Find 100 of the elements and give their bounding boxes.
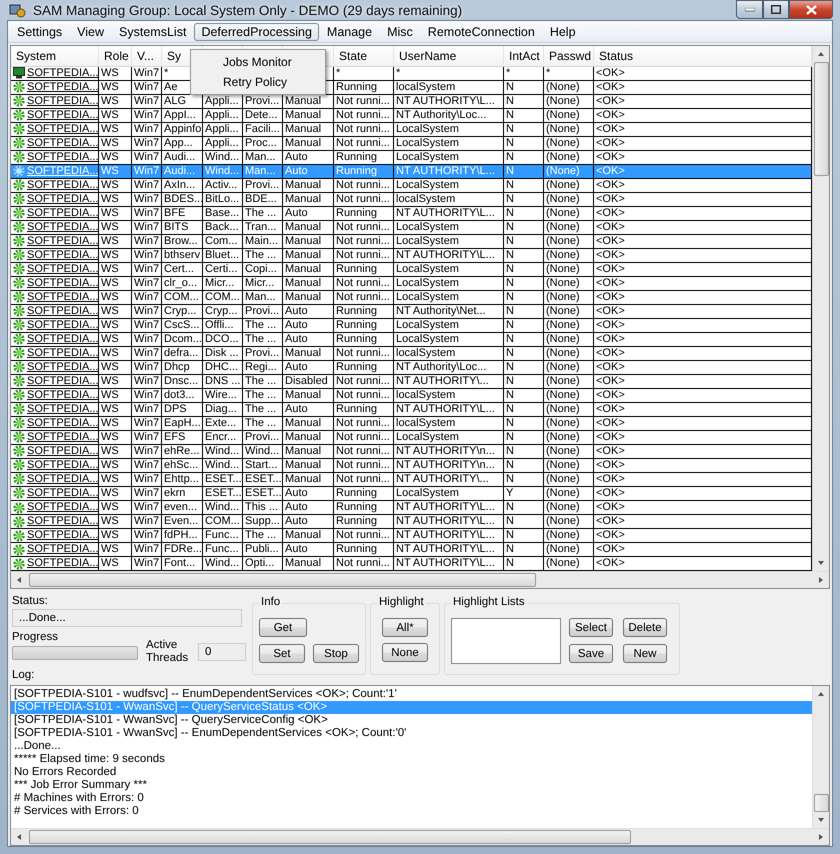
table-row[interactable]: SOFTPEDIA... WS Win7 COM... COM... Man... Manual Not runni... LocalSystem N (None) <OK> xyxy=(11,290,812,305)
table-cell: NT Authority\Net... xyxy=(396,304,486,318)
table-row[interactable]: SOFTPEDIA... WS Win7 BITS Back... Tran... Manual Not runni... LocalSystem N (None) <OK> xyxy=(11,220,812,235)
table-cell: Not runni... xyxy=(336,472,390,486)
list-button[interactable]: Select xyxy=(569,618,613,637)
column-header[interactable]: IntAct xyxy=(504,46,544,66)
list-button[interactable]: Save xyxy=(569,644,613,663)
log-line[interactable]: [SOFTPEDIA-S101 - wudfsvc] -- EnumDependentServices <OK>; Count:'1' xyxy=(11,688,812,701)
horizontal-scrollbar[interactable] xyxy=(11,828,829,845)
table-cell: Publi... xyxy=(245,543,279,556)
stop-button[interactable]: Stop xyxy=(313,644,359,663)
table-cell: N xyxy=(506,220,514,234)
table-cell: SOFTPEDIA... xyxy=(27,458,98,472)
column-header[interactable]: UserName xyxy=(394,46,504,66)
list-button[interactable]: Delete xyxy=(623,618,667,637)
table-row[interactable]: SOFTPEDIA... WS Win7 DPS Diag... The ... Auto Running NT AUTHORITY\L... N (None) <OK> xyxy=(11,402,812,417)
table-row[interactable]: SOFTPEDIA... WS Win7 clr_o... Micr... Micr... Manual Not runni... LocalSystem N (None) <OK> xyxy=(11,276,812,291)
table-row[interactable]: SOFTPEDIA... WS Win7 BDES... BitLo... BDE... Manual Not runni... localSystem N (None) <OK> xyxy=(11,192,812,207)
table-row[interactable]: SOFTPEDIA... WS Win7 Appinfo Appli... Facili... Manual Not runni... LocalSystem N (None) <OK> xyxy=(11,122,812,137)
table-row[interactable]: SOFTPEDIA... WS Win7 dot3... Wire... The ... Manual Not runni... localSystem N (None) <OK> xyxy=(11,388,812,403)
table-cell: NT AUTHORITY\L... xyxy=(396,501,495,514)
column-header[interactable]: Passwd xyxy=(544,46,594,66)
menu-item[interactable]: Misc xyxy=(380,22,420,40)
table-row[interactable]: SOFTPEDIA... WS Win7 Dhcp DHC... Regi... Auto Running NT Authority\Loc... N (None) <OK> xyxy=(11,360,812,375)
log-line[interactable]: ***** Elapsed time: 9 seconds xyxy=(11,753,812,766)
table-row[interactable]: SOFTPEDIA... WS Win7 AxIn... Activ... Provi... Manual Not runni... LocalSystem N (None) <OK> xyxy=(11,178,812,193)
table-cell: (None) xyxy=(546,501,580,514)
table-cell: NT AUTHORITY\n... xyxy=(396,444,495,458)
table-row[interactable]: SOFTPEDIA... WS Win7 ALG Appli... Provi... Manual Not runni... NT AUTHORITY\L... N (None) <OK> xyxy=(11,94,812,109)
column-header[interactable]: State xyxy=(334,46,394,66)
table-row[interactable]: SOFTPEDIA... WS Win7 EapH... Exte... The ... Manual Not runni... localSystem N (None) <OK> xyxy=(11,416,812,431)
list-button[interactable]: New xyxy=(623,644,667,663)
menu-item[interactable]: DeferredProcessing xyxy=(194,22,319,40)
table-cell: WS xyxy=(101,374,119,388)
menu-item[interactable]: Manage xyxy=(320,22,380,40)
table-cell: <OK> xyxy=(596,66,625,80)
table-row[interactable]: SOFTPEDIA... WS Win7 AppI... Appli... Dete... Manual Not runni... NT Authority\Loc... N (None) <OK> xyxy=(11,108,812,123)
menu-item[interactable]: RemoteConnection xyxy=(420,22,542,40)
table-row[interactable]: SOFTPEDIA... WS Win7 fdPH... Func... The ... Manual Not runni... NT AUTHORITY\L... N (None) <OK> xyxy=(11,529,812,544)
table-cell: N xyxy=(506,416,514,430)
table-row[interactable]: SOFTPEDIA... WS Win7 Cryp... Cryp... Provi... Auto Running NT Authority\Net... N (None) <OK> xyxy=(11,304,812,319)
table-cell: N xyxy=(506,136,514,150)
active-threads-field: 0 xyxy=(198,643,246,661)
log-line[interactable]: [SOFTPEDIA-S101 - WwanSvc] -- EnumDependentServices <OK>; Count:'0' xyxy=(11,727,812,740)
log-line[interactable]: ...Done... xyxy=(11,740,812,753)
table-cell: <OK> xyxy=(596,416,625,430)
close-button[interactable] xyxy=(789,0,833,19)
table-row[interactable]: SOFTPEDIA... WS Win7 BFE Base... The ... Auto Running NT AUTHORITY\L... N (None) <OK> xyxy=(11,206,812,221)
maximize-button[interactable] xyxy=(763,0,789,19)
table-row[interactable]: SOFTPEDIA... WS Win7 FDRe... Func... Publi... Auto Running NT AUTHORITY\L... N (None) <OK> xyxy=(11,543,812,558)
menu-item[interactable]: Settings xyxy=(10,22,70,40)
table-cell: (None) xyxy=(546,206,580,220)
scroll-thumb[interactable] xyxy=(814,62,828,176)
horizontal-scrollbar[interactable] xyxy=(11,571,829,588)
table-cell: WS xyxy=(101,416,119,430)
highlight-button[interactable]: All* xyxy=(382,618,428,637)
highlight-button[interactable]: None xyxy=(382,643,428,662)
table-row[interactable]: SOFTPEDIA... WS Win7 Brow... Com... Main... Manual Not runni... LocalSystem N (None) <OK> xyxy=(11,234,812,249)
table-row[interactable]: SOFTPEDIA... WS Win7 Dnsc... DNS ... The ... Disabled Not runni... NT AUTHORITY\... N (None) <OK> xyxy=(11,374,812,389)
column-header[interactable]: Sy xyxy=(162,46,203,66)
set-button[interactable]: Set xyxy=(259,644,305,663)
table-row[interactable]: SOFTPEDIA... WS Win7 App... Appli... Proc... Manual Not runni... LocalSystem N (None) <OK> xyxy=(11,136,812,151)
table-row[interactable]: SOFTPEDIA... WS Win7 Dcom... DCO... The ... Auto Running LocalSystem N (None) <OK> xyxy=(11,332,812,347)
menu-item[interactable]: Help xyxy=(542,22,583,40)
get-button[interactable]: Get xyxy=(259,618,307,637)
table-row[interactable]: SOFTPEDIA... WS Win7 ehSc... Wind... Start... Manual Not runni... NT AUTHORITY\n... N (None) <OK> xyxy=(11,458,812,473)
table-cell: Y xyxy=(506,486,514,500)
table-row[interactable]: SOFTPEDIA... WS Win7 CscS... Offli... The ... Auto Running LocalSystem N (None) <OK> xyxy=(11,318,812,333)
table-row[interactable]: SOFTPEDIA... WS Win7 bthserv Bluet... The ... Manual Not runni... NT AUTHORITY\L... N (None) <OK> xyxy=(11,248,812,263)
table-row[interactable]: SOFTPEDIA... WS Win7 ekrn ESET... ESET... Auto Running LocalSystem Y (None) <OK> xyxy=(11,486,812,501)
log-line[interactable]: # Machines with Errors: 0 xyxy=(11,792,812,805)
vertical-scrollbar[interactable] xyxy=(812,686,829,828)
column-header[interactable]: Role xyxy=(99,46,132,66)
highlight-list-box[interactable] xyxy=(451,618,561,664)
table-row[interactable]: SOFTPEDIA... WS Win7 Font... Wind... Opti... Manual Not runni... NT AUTHORITY\L... N (None) <OK> xyxy=(11,557,812,571)
log-line[interactable]: [SOFTPEDIA-S101 - WwanSvc] -- QueryServiceConfig <OK> xyxy=(11,714,812,727)
menu-item[interactable]: SystemsList xyxy=(112,22,194,40)
table-cell: Appli... xyxy=(205,108,239,122)
column-header[interactable]: V... xyxy=(132,46,162,66)
scroll-thumb[interactable] xyxy=(29,573,536,587)
minimize-button[interactable] xyxy=(736,0,763,19)
column-header[interactable]: System xyxy=(11,46,99,66)
table-row[interactable]: SOFTPEDIA... WS Win7 EFS Encr... Provi... Manual Not runni... LocalSystem N (None) <OK> xyxy=(11,430,812,445)
table-cell: <OK> xyxy=(596,543,625,556)
table-row[interactable]: SOFTPEDIA... WS Win7 Even... COM... Supp... Auto Running NT AUTHORITY\L... N (None) <OK> xyxy=(11,515,812,530)
table-row[interactable]: SOFTPEDIA... WS Win7 ehRe... Wind... Wind... Manual Not runni... NT AUTHORITY\n... N (None) <OK> xyxy=(11,444,812,459)
table-row[interactable]: SOFTPEDIA... WS Win7 Cert... Certi... Copi... Manual Running LocalSystem N (None) <OK> xyxy=(11,262,812,277)
scroll-thumb[interactable] xyxy=(29,830,631,844)
scroll-thumb[interactable] xyxy=(814,794,828,812)
log-label: Log: xyxy=(12,669,36,681)
menu-item[interactable]: View xyxy=(70,22,112,40)
table-row[interactable]: SOFTPEDIA... WS Win7 Audi... Wind... Man... Auto Running LocalSystem N (None) <OK> xyxy=(11,150,812,165)
table-row[interactable]: SOFTPEDIA... WS Win7 defra... Disk ... Provi... Manual Not runni... localSystem N (None) <OK> xyxy=(11,346,812,361)
log-line[interactable]: No Errors Recorded xyxy=(11,766,812,779)
vertical-scrollbar[interactable] xyxy=(812,46,829,571)
table-row[interactable]: SOFTPEDIA... WS Win7 Ehttp... ESET... ESET... Manual Not runni... NT AUTHORITY\... N (None) <OK> xyxy=(11,472,812,487)
table-cell: Win7 xyxy=(134,332,160,346)
log-line[interactable]: # Services with Errors: 0 xyxy=(11,805,812,818)
log-line[interactable]: *** Job Error Summary *** xyxy=(11,779,812,792)
table-row[interactable]: SOFTPEDIA... WS Win7 even... Wind... This ... Auto Running NT AUTHORITY\L... N (None) <OK> xyxy=(11,501,812,516)
